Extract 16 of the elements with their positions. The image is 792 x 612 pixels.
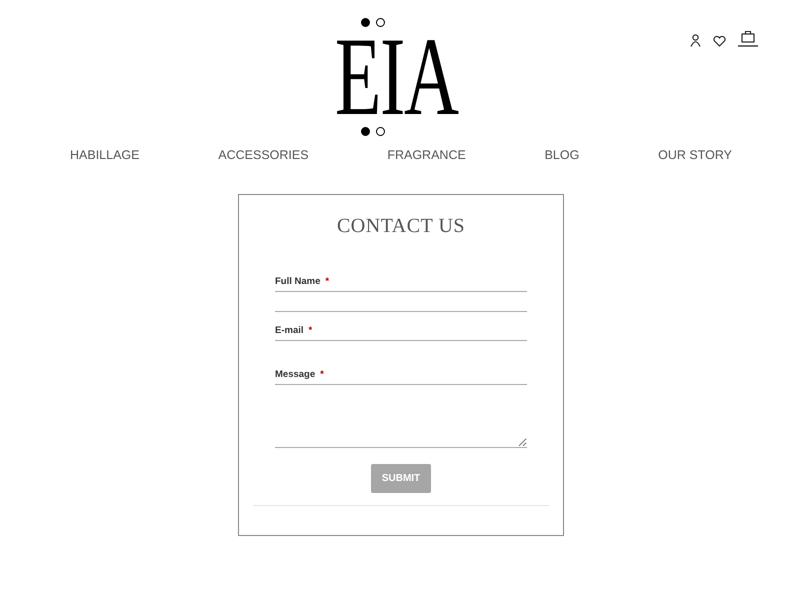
nav-link[interactable]: ACCESSORIES [208, 144, 319, 166]
field-label: E-mail [275, 325, 304, 336]
required-mark: * [320, 369, 324, 380]
heart-icon[interactable] [713, 36, 726, 47]
nav-link[interactable]: BLOG [534, 144, 590, 166]
field-label: Message [275, 369, 316, 380]
nav-link[interactable]: HABILLAGE [60, 144, 150, 166]
required-mark: * [325, 276, 330, 287]
required-mark: * [308, 325, 312, 336]
nav-link[interactable]: OUR STORY [648, 144, 742, 166]
nav-link[interactable]: FRAGRANCE [377, 144, 476, 166]
form-title: CONTACT US [336, 215, 466, 238]
account-icon[interactable] [690, 34, 701, 47]
logo[interactable]: EIA [334, 18, 458, 136]
bag-icon[interactable] [738, 30, 758, 47]
field-label: Full Name [275, 276, 320, 287]
